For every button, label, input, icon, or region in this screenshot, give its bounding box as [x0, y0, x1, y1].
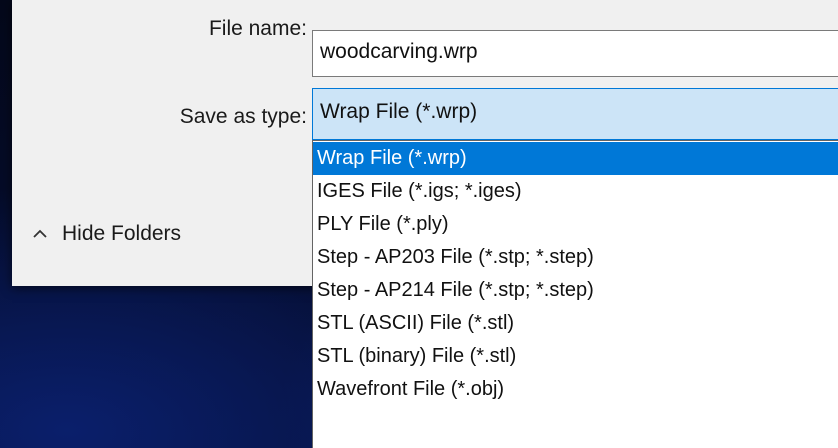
type-option-wrap[interactable]: Wrap File (*.wrp)	[313, 142, 838, 175]
hide-folders-label: Hide Folders	[62, 222, 182, 245]
save-as-type-label: Save as type:	[179, 105, 307, 128]
chevron-up-icon	[30, 224, 50, 244]
type-option-ply[interactable]: PLY File (*.ply)	[313, 208, 838, 241]
file-name-label: File name:	[208, 17, 307, 40]
save-as-type-select[interactable]: Wrap File (*.wrp)	[312, 88, 838, 140]
type-option-step-ap203[interactable]: Step - AP203 File (*.stp; *.step)	[313, 241, 838, 274]
type-option-wavefront[interactable]: Wavefront File (*.obj)	[313, 373, 838, 406]
type-option-iges[interactable]: IGES File (*.igs; *.iges)	[313, 175, 838, 208]
type-option-stl-ascii[interactable]: STL (ASCII) File (*.stl)	[313, 307, 838, 340]
type-option-stl-binary[interactable]: STL (binary) File (*.stl)	[313, 340, 838, 373]
save-as-type-dropdown-list: Wrap File (*.wrp) IGES File (*.igs; *.ig…	[312, 140, 838, 448]
type-option-step-ap214[interactable]: Step - AP214 File (*.stp; *.step)	[313, 274, 838, 307]
file-name-input[interactable]: woodcarving.wrp	[312, 30, 838, 77]
hide-folders-button[interactable]: Hide Folders	[30, 222, 181, 246]
